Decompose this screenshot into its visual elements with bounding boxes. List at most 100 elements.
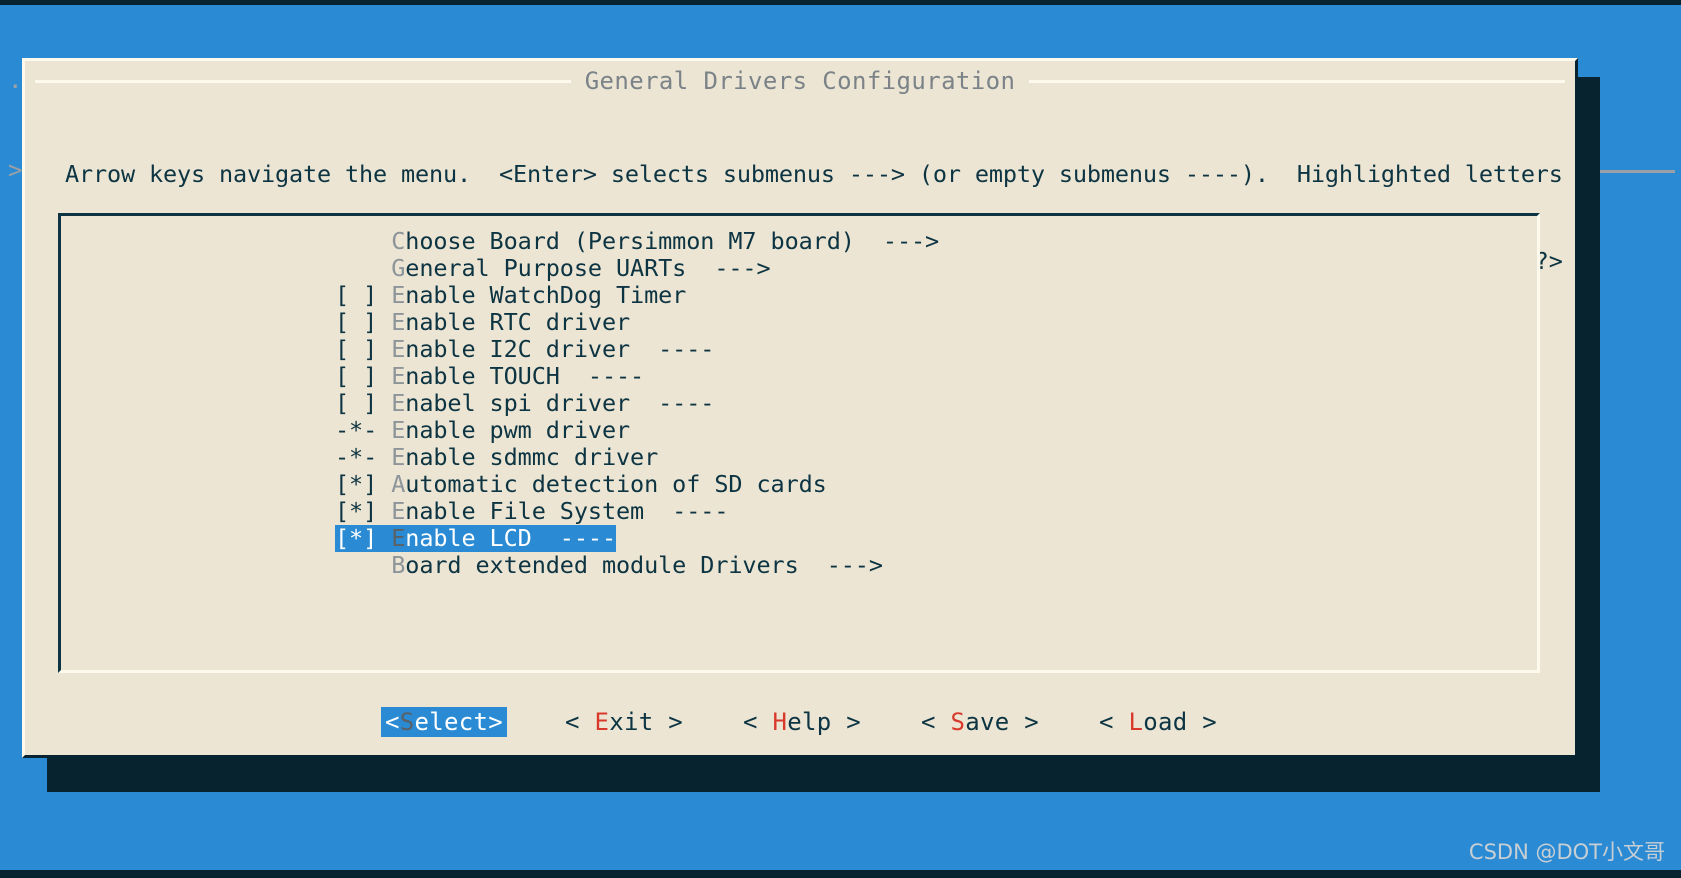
menu-item[interactable]: [ ] Enabel spi driver ---- bbox=[61, 390, 1537, 417]
menu-item[interactable]: [*] Enable LCD ---- bbox=[61, 525, 1537, 552]
button-bracket-left: < bbox=[385, 708, 400, 736]
menu-item-label: hoose Board (Persimmon M7 board) ---> bbox=[405, 227, 940, 255]
menu-item-hotkey: E bbox=[391, 443, 406, 471]
menu-item[interactable]: [ ] Enable WatchDog Timer bbox=[61, 282, 1537, 309]
button-bracket-left: < bbox=[921, 708, 951, 736]
button-label: xit bbox=[609, 708, 654, 736]
menu-item-label: nable sdmmc driver bbox=[405, 443, 659, 471]
menu-item-hotkey: C bbox=[391, 227, 406, 255]
menu-item-content: Board extended module Drivers ---> bbox=[335, 551, 883, 579]
menu-item-hotkey: E bbox=[391, 308, 406, 336]
button-bracket-left: < bbox=[1099, 708, 1129, 736]
menu-item-label: nable WatchDog Timer bbox=[405, 281, 687, 309]
menu-item-marker bbox=[335, 227, 391, 255]
button-bracket-right: > bbox=[1187, 708, 1217, 736]
button-help[interactable]: < Help > bbox=[741, 707, 863, 737]
menu-item[interactable]: [*] Enable File System ---- bbox=[61, 498, 1537, 525]
menu-item-content: Choose Board (Persimmon M7 board) ---> bbox=[335, 227, 939, 255]
menu-list: Choose Board (Persimmon M7 board) ---> G… bbox=[61, 216, 1537, 579]
menu-item-content: [ ] Enable TOUCH ---- bbox=[335, 362, 644, 390]
menu-item-label: nable pwm driver bbox=[405, 416, 631, 444]
menu-item-marker: [ ] bbox=[335, 389, 392, 417]
menu-item-marker: -*- bbox=[335, 443, 392, 471]
terminal-bottom-strip bbox=[0, 870, 1681, 878]
button-select[interactable]: <Select> bbox=[381, 707, 507, 737]
menu-item-label: oard extended module Drivers ---> bbox=[405, 551, 883, 579]
button-bracket-right: > bbox=[1009, 708, 1039, 736]
menu-item-label: nable LCD ---- bbox=[405, 524, 616, 552]
menu-item-label: nabel spi driver ---- bbox=[405, 389, 715, 417]
menu-item[interactable]: [ ] Enable TOUCH ---- bbox=[61, 363, 1537, 390]
menu-item[interactable]: Choose Board (Persimmon M7 board) ---> bbox=[61, 228, 1537, 255]
menu-item-marker: [ ] bbox=[335, 308, 392, 336]
menu-item-label: nable File System ---- bbox=[405, 497, 729, 525]
menu-item[interactable]: General Purpose UARTs ---> bbox=[61, 255, 1537, 282]
menu-item[interactable]: [*] Automatic detection of SD cards bbox=[61, 471, 1537, 498]
button-label: ave bbox=[965, 708, 1010, 736]
dialog-title: General Drivers Configuration bbox=[584, 67, 1016, 95]
menu-item-content: [*] Enable LCD ---- bbox=[335, 525, 616, 552]
button-hotkey: S bbox=[399, 708, 415, 736]
menu-item-label: eneral Purpose UARTs ---> bbox=[405, 254, 771, 282]
button-bracket-left: < bbox=[565, 708, 595, 736]
button-hotkey: L bbox=[1128, 708, 1144, 736]
menu-item-hotkey: E bbox=[391, 416, 406, 444]
menu-item-marker: [ ] bbox=[335, 281, 392, 309]
menu-item-content: [*] Enable File System ---- bbox=[335, 497, 728, 525]
button-label: elp bbox=[787, 708, 832, 736]
menu-item-marker: [ ] bbox=[335, 335, 392, 363]
button-label: elect> bbox=[414, 708, 503, 736]
watermark: CSDN @DOT小文哥 bbox=[1468, 840, 1665, 864]
menu-item-label: nable TOUCH ---- bbox=[405, 362, 645, 390]
button-load[interactable]: < Load > bbox=[1097, 707, 1219, 737]
button-bracket-left: < bbox=[743, 708, 773, 736]
menu-item-hotkey: G bbox=[391, 254, 406, 282]
menu-item[interactable]: [ ] Enable I2C driver ---- bbox=[61, 336, 1537, 363]
menu-item-content: General Purpose UARTs ---> bbox=[335, 254, 771, 282]
dialog-title-rule-left bbox=[35, 79, 571, 83]
menu-item-hotkey: E bbox=[391, 335, 406, 363]
menu-item-content: [ ] Enable RTC driver bbox=[335, 308, 630, 336]
menu-item-content: -*- Enable sdmmc driver bbox=[335, 443, 658, 471]
menu-item-hotkey: E bbox=[391, 497, 406, 525]
menu-item-marker: [*] bbox=[335, 497, 392, 525]
button-hotkey: S bbox=[950, 708, 966, 736]
menu-item-content: [ ] Enable I2C driver ---- bbox=[335, 335, 714, 363]
button-bracket-right: > bbox=[831, 708, 861, 736]
menu-item-marker: [*] bbox=[335, 470, 392, 498]
button-hotkey: H bbox=[772, 708, 788, 736]
menu-item-hotkey: A bbox=[391, 470, 406, 498]
button-exit[interactable]: < Exit > bbox=[563, 707, 685, 737]
button-bar: <Select> < Exit > < Help > < Save > < Load > bbox=[25, 707, 1575, 737]
menu-item-hotkey: E bbox=[391, 389, 406, 417]
menu-item-label: nable RTC driver bbox=[405, 308, 631, 336]
menu-item-content: [ ] Enable WatchDog Timer bbox=[335, 281, 686, 309]
menu-item-content: -*- Enable pwm driver bbox=[335, 416, 630, 444]
button-save[interactable]: < Save > bbox=[919, 707, 1041, 737]
menu-item-hotkey: B bbox=[391, 551, 406, 579]
menu-item-marker: [*] bbox=[335, 524, 392, 552]
terminal-screen: .config - RT-Thread Project Configuratio… bbox=[0, 0, 1681, 878]
menu-item-marker: [ ] bbox=[335, 362, 392, 390]
menu-item[interactable]: Board extended module Drivers ---> bbox=[61, 552, 1537, 579]
menu-item[interactable]: -*- Enable sdmmc driver bbox=[61, 444, 1537, 471]
menu-item[interactable]: -*- Enable pwm driver bbox=[61, 417, 1537, 444]
dialog-title-row: General Drivers Configuration bbox=[25, 64, 1575, 98]
button-bracket-right: > bbox=[653, 708, 683, 736]
menu-item-content: [ ] Enabel spi driver ---- bbox=[335, 389, 714, 417]
menu-listbox[interactable]: Choose Board (Persimmon M7 board) ---> G… bbox=[58, 213, 1540, 673]
menu-item-label: nable I2C driver ---- bbox=[405, 335, 715, 363]
button-label: oad bbox=[1143, 708, 1188, 736]
menu-item-hotkey: E bbox=[391, 281, 406, 309]
help-text-line-1: Arrow keys navigate the menu. <Enter> se… bbox=[65, 160, 1563, 188]
menu-item-marker bbox=[335, 254, 391, 282]
menu-item-content: [*] Automatic detection of SD cards bbox=[335, 470, 827, 498]
button-hotkey: E bbox=[594, 708, 610, 736]
menu-item-label: utomatic detection of SD cards bbox=[405, 470, 827, 498]
menu-item-marker bbox=[335, 551, 391, 579]
menu-item-hotkey: E bbox=[391, 524, 406, 552]
menu-item[interactable]: [ ] Enable RTC driver bbox=[61, 309, 1537, 336]
config-dialog: General Drivers Configuration Arrow keys… bbox=[22, 58, 1578, 758]
menu-item-marker: -*- bbox=[335, 416, 392, 444]
menu-item-hotkey: E bbox=[391, 362, 406, 390]
